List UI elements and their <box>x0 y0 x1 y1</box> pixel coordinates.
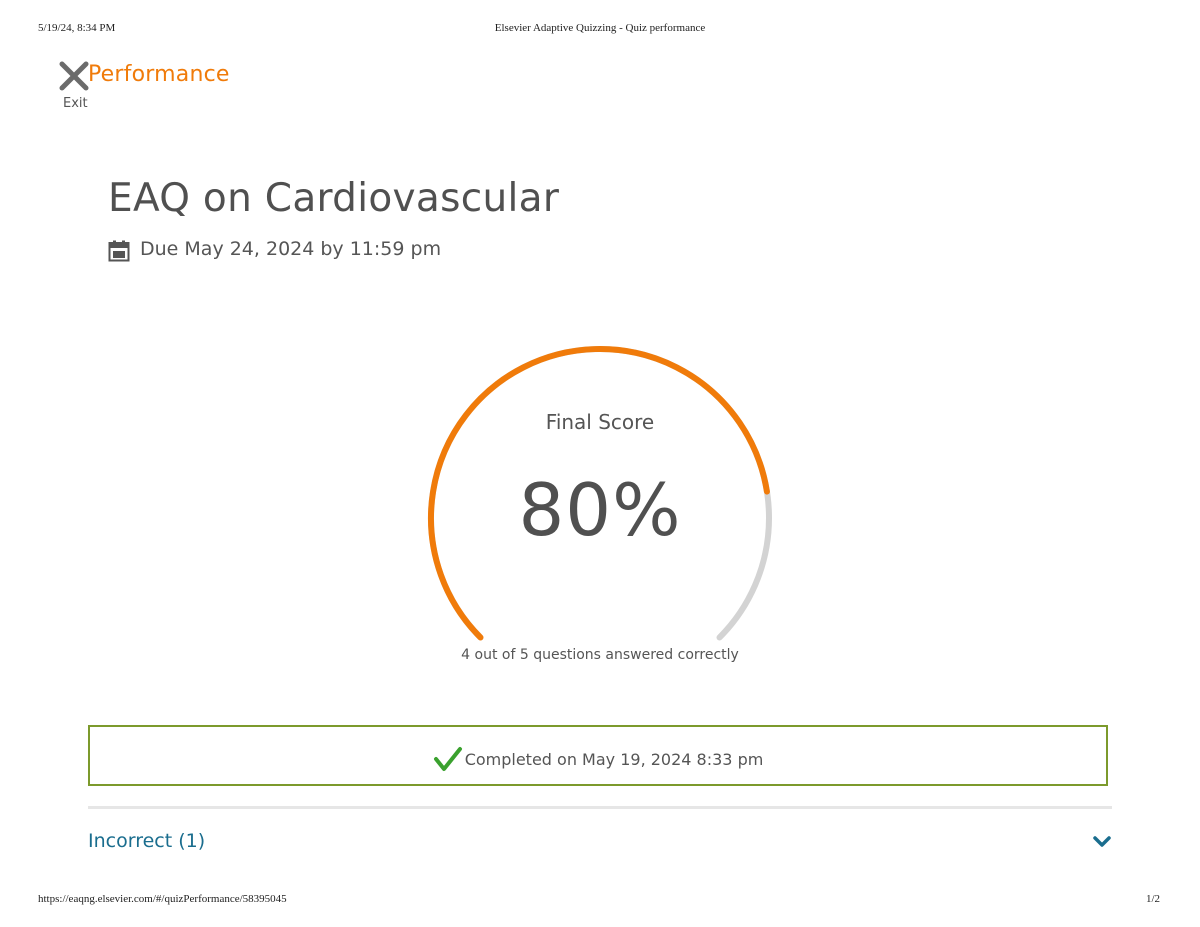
quiz-title: EAQ on Cardiovascular <box>108 176 560 221</box>
calendar-icon <box>108 240 130 262</box>
checkmark-icon <box>433 747 462 771</box>
final-score-label: Final Score <box>545 410 655 434</box>
print-doc-title: Elsevier Adaptive Quizzing - Quiz perfor… <box>494 22 706 34</box>
exit-label: Exit <box>63 96 88 111</box>
score-gauge <box>428 345 772 641</box>
page-heading: Performance <box>88 62 230 87</box>
incorrect-label: Incorrect (1) <box>88 830 206 852</box>
completed-banner: Completed on May 19, 2024 8:33 pm <box>88 725 1108 786</box>
print-url: https://eaqng.elsevier.com/#/quizPerform… <box>38 893 287 905</box>
print-page-number: 1/2 <box>1145 893 1160 905</box>
exit-button[interactable]: Exit <box>58 60 92 114</box>
final-score-value: 80% <box>518 468 682 552</box>
incorrect-section-toggle[interactable]: Incorrect (1) <box>88 826 1112 860</box>
completed-text: Completed on May 19, 2024 8:33 pm <box>464 750 764 769</box>
score-summary: 4 out of 5 questions answered correctly <box>461 647 739 663</box>
section-divider <box>88 806 1112 809</box>
chevron-down-icon[interactable] <box>1092 834 1112 850</box>
due-date: Due May 24, 2024 by 11:59 pm <box>140 238 442 260</box>
close-icon <box>59 61 89 91</box>
